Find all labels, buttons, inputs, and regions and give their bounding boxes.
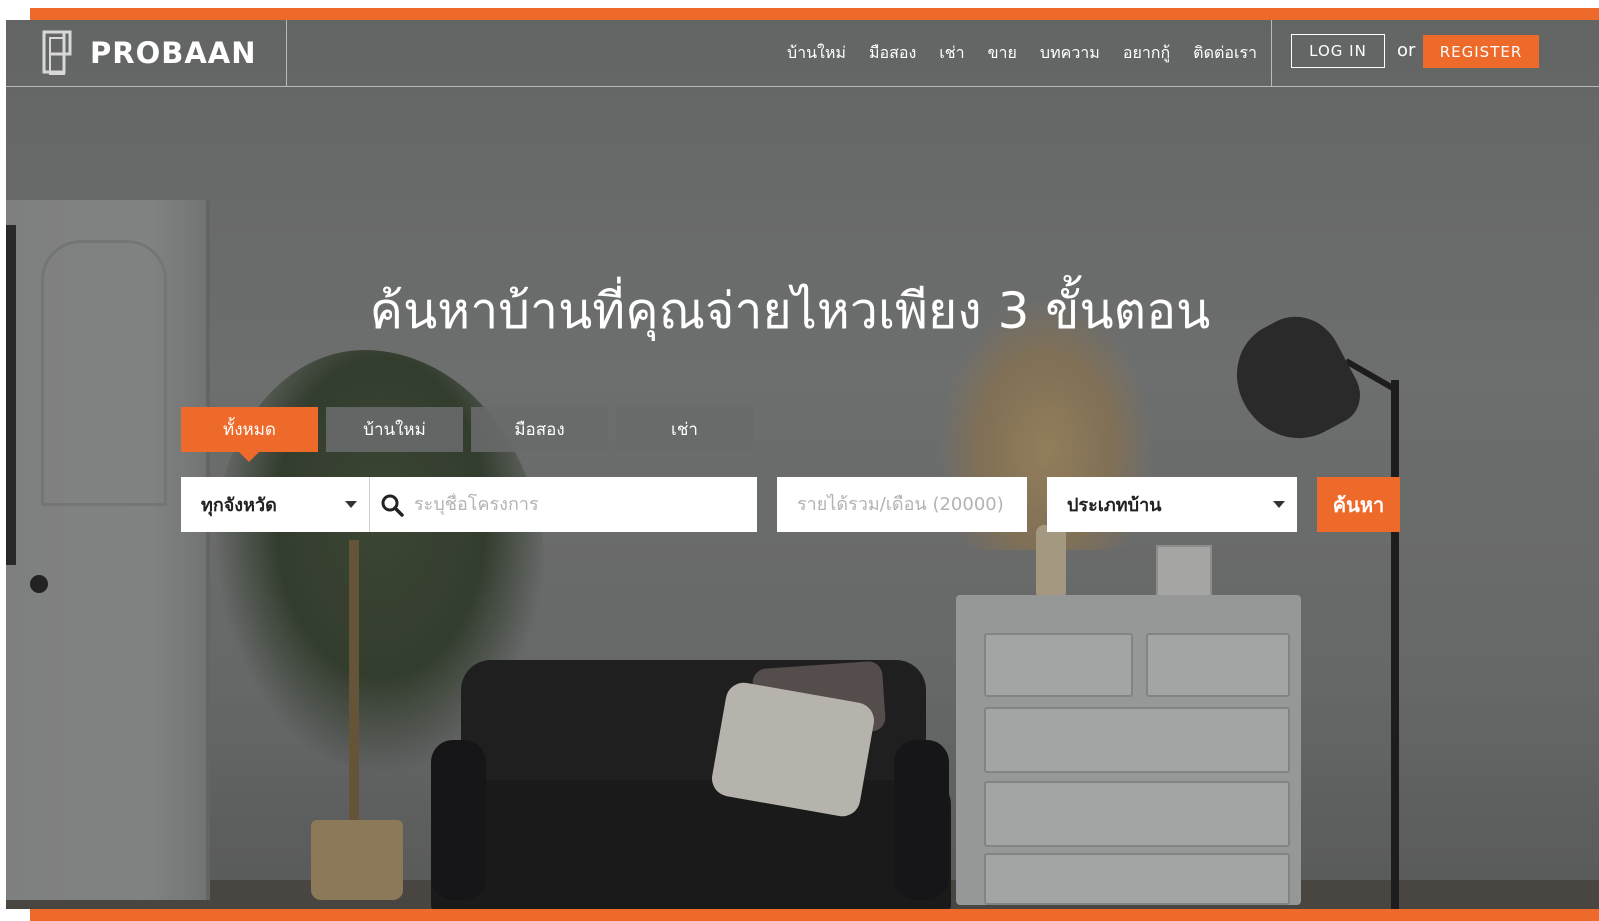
search-button[interactable]: ค้นหา xyxy=(1317,477,1400,532)
top-accent-bar xyxy=(30,8,1599,20)
tab-second-hand[interactable]: มือสอง xyxy=(471,407,608,452)
bottom-accent-bar xyxy=(30,909,1599,921)
probaan-logo-icon xyxy=(42,30,72,75)
hero-headline: ค้นหาบ้านที่คุณจ่ายไหวเพียง 3 ขั้นตอน xyxy=(369,282,1211,340)
project-name-input[interactable] xyxy=(412,493,746,516)
tab-all[interactable]: ทั้งหมด xyxy=(181,407,318,462)
nav-link-rent[interactable]: เช่า xyxy=(939,41,964,66)
income-field xyxy=(777,477,1027,532)
nav-link-new-house[interactable]: บ้านใหม่ xyxy=(787,41,846,66)
project-search-field xyxy=(370,477,757,532)
login-button[interactable]: LOG IN xyxy=(1291,34,1385,68)
chevron-down-icon xyxy=(1273,501,1285,508)
search-icon xyxy=(381,494,404,517)
or-text: or xyxy=(1397,40,1416,61)
search-tabs: ทั้งหมด บ้านใหม่ มือสอง เช่า xyxy=(181,407,753,462)
province-value: ทุกจังหวัด xyxy=(201,495,277,516)
nav-link-articles[interactable]: บทความ xyxy=(1040,41,1100,66)
nav-link-second-hand[interactable]: มือสอง xyxy=(869,41,916,66)
income-input[interactable] xyxy=(795,493,1019,516)
tab-rent[interactable]: เช่า xyxy=(616,407,753,452)
brand[interactable]: PROBAAN xyxy=(6,20,287,86)
register-button[interactable]: REGISTER xyxy=(1423,35,1539,68)
navbar: PROBAAN บ้านใหม่ มือสอง เช่า ขาย บทความ … xyxy=(6,20,1599,87)
nav-link-sell[interactable]: ขาย xyxy=(988,41,1017,66)
nav-links: บ้านใหม่ มือสอง เช่า ขาย บทความ อยากกู้ … xyxy=(787,20,1257,86)
hero-background xyxy=(6,20,1599,909)
chevron-down-icon xyxy=(345,501,357,508)
hero-overlay xyxy=(6,20,1599,909)
house-type-value: ประเภทบ้าน xyxy=(1067,495,1162,516)
brand-name: PROBAAN xyxy=(90,36,257,70)
nav-divider xyxy=(1271,20,1272,86)
nav-link-contact[interactable]: ติดต่อเรา xyxy=(1193,41,1257,66)
province-dropdown[interactable]: ทุกจังหวัด xyxy=(181,477,370,532)
tab-new-house[interactable]: บ้านใหม่ xyxy=(326,407,463,452)
nav-link-loan[interactable]: อยากกู้ xyxy=(1123,41,1170,66)
house-type-dropdown[interactable]: ประเภทบ้าน xyxy=(1047,477,1297,532)
